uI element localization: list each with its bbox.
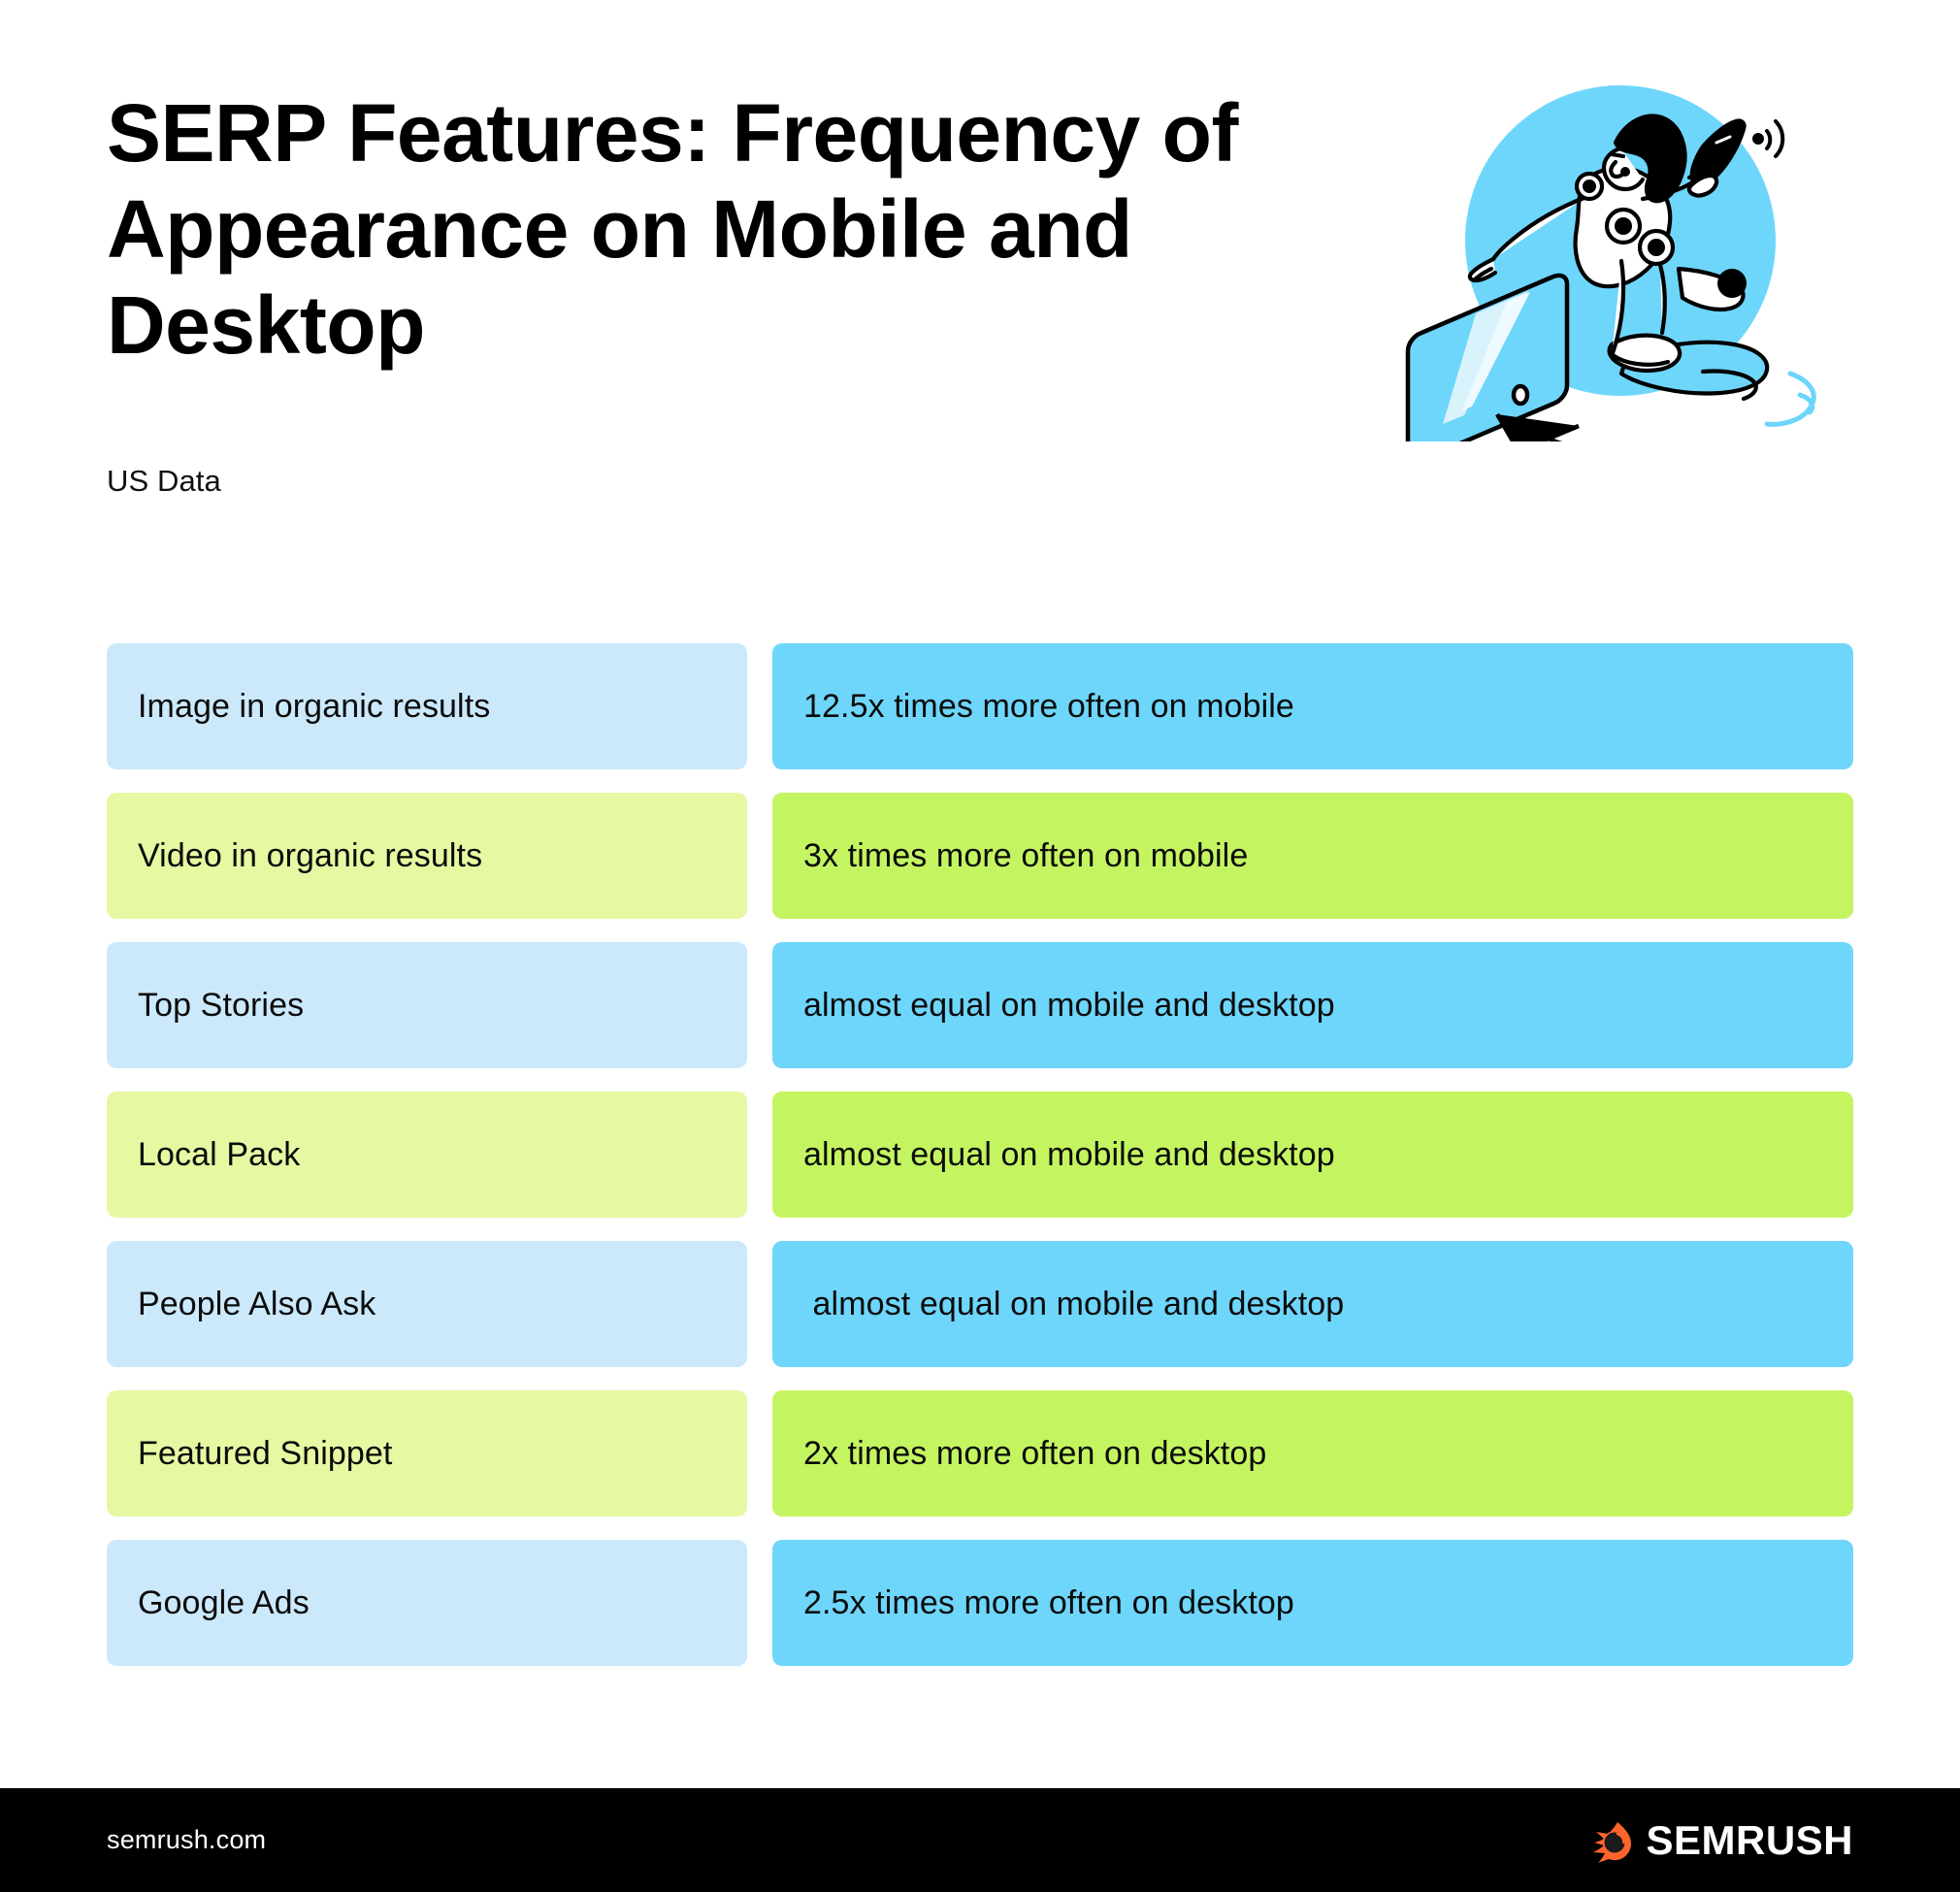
table-row: People Also Ask almost equal on mobile a… — [107, 1241, 1853, 1367]
table-row: Image in organic results 12.5x times mor… — [107, 643, 1853, 769]
brand-name: SEMRUSH — [1646, 1816, 1853, 1863]
feature-label-cell: Image in organic results — [107, 643, 747, 769]
feature-label-cell: Google Ads — [107, 1540, 747, 1666]
hero-illustration — [1383, 53, 1878, 441]
feature-label-cell: Featured Snippet — [107, 1390, 747, 1517]
infographic-page: SERP Features: Frequency of Appearance o… — [0, 0, 1960, 1892]
table-row: Video in organic results 3x times more o… — [107, 793, 1853, 919]
page-subtitle: US Data — [107, 464, 221, 498]
brand-lockup[interactable]: SEMRUSH — [1585, 1817, 1853, 1864]
semrush-comet-icon — [1593, 1821, 1632, 1863]
table-row: Google Ads 2.5x times more often on desk… — [107, 1540, 1853, 1666]
feature-label-cell: Local Pack — [107, 1092, 747, 1218]
feature-value-cell: 2x times more often on desktop — [772, 1390, 1853, 1517]
feature-value-cell: 12.5x times more often on mobile — [772, 643, 1853, 769]
table-row: Top Stories almost equal on mobile and d… — [107, 942, 1853, 1068]
comparison-table: Image in organic results 12.5x times mor… — [107, 643, 1853, 1666]
feature-value-cell: 2.5x times more often on desktop — [772, 1540, 1853, 1666]
feature-label-cell: Video in organic results — [107, 793, 747, 919]
footer: semrush.com SEMRUSH — [0, 1788, 1960, 1892]
feature-value-cell: almost equal on mobile and desktop — [772, 942, 1853, 1068]
feature-value-cell: almost equal on mobile and desktop — [772, 1241, 1853, 1367]
table-row: Local Pack almost equal on mobile and de… — [107, 1092, 1853, 1218]
footer-url[interactable]: semrush.com — [107, 1825, 266, 1855]
feature-value-cell: 3x times more often on mobile — [772, 793, 1853, 919]
feature-label-cell: Top Stories — [107, 942, 747, 1068]
feature-label-cell: People Also Ask — [107, 1241, 747, 1367]
page-title: SERP Features: Frequency of Appearance o… — [107, 87, 1238, 372]
person-running-with-phone-icon — [1405, 85, 1816, 441]
feature-value-cell: almost equal on mobile and desktop — [772, 1092, 1853, 1218]
table-row: Featured Snippet 2x times more often on … — [107, 1390, 1853, 1517]
